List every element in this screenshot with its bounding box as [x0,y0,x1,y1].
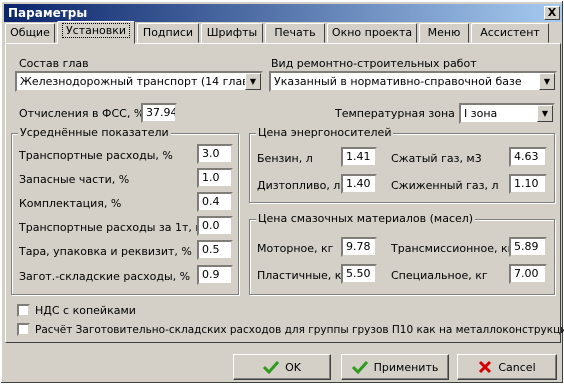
nds-checkbox[interactable] [17,304,30,317]
close-button[interactable]: X [544,6,560,20]
p10-label: Расчёт Заготовительно-складских расходов… [35,324,564,336]
apply-button[interactable]: Применить [341,354,449,380]
apply-label: Применить [373,360,439,374]
works-label: Вид ремонтно-строительных работ [271,57,477,70]
completion-label: Комплектация, % [19,197,122,210]
tab-project-window[interactable]: Окно проекта [327,23,417,43]
title-bar: Параметры X [4,4,562,22]
completion-input[interactable]: 0.4 [197,192,233,212]
cancel-label: Cancel [498,360,536,374]
fss-label: Отчисления в ФСС, % [19,107,145,120]
energy-title: Цена энергоносителей [256,126,394,139]
checkmark-icon [351,360,368,374]
benzin-input[interactable]: 1.41 [341,147,377,167]
works-select[interactable]: Указанный в нормативно-справочной базе ▼ [269,71,557,92]
packaging-input[interactable]: 0.5 [197,240,233,260]
lubricants-title: Цена смазочных материалов (масел) [256,212,476,225]
special-label: Специальное, кг [391,269,488,282]
lpg-label: Сжиженный газ, л [391,179,499,192]
transmission-label: Трансмиссионное, кг [391,242,514,255]
chapters-label: Состав глав [19,57,89,70]
benzin-label: Бензин, л [257,152,313,165]
temp-zone-select[interactable]: I зона ▼ [459,103,555,124]
tab-assistant[interactable]: Ассистент [471,23,549,43]
transmission-input[interactable]: 5.89 [509,237,547,257]
special-input[interactable]: 7.00 [509,264,547,284]
spare-parts-label: Запасные части, % [19,173,130,186]
tab-fonts[interactable]: Шрифты [201,23,263,43]
spare-parts-input[interactable]: 1.0 [197,168,233,188]
parameters-dialog: Параметры X Общие Установки Подписи Шриф… [0,0,564,384]
close-icon: X [547,6,557,19]
warehouse-input[interactable]: 0.9 [197,265,233,285]
tab-settings[interactable]: Установки [57,21,135,44]
p10-checkbox[interactable] [17,323,30,336]
chevron-down-icon[interactable]: ▼ [539,73,555,90]
chevron-down-icon[interactable]: ▼ [245,73,261,90]
temp-zone-label: Температурная зона [335,107,455,120]
cancel-x-icon [479,360,492,374]
transport-per-ton-label: Транспортные расходы за 1т, грн. [19,221,219,234]
nds-label: НДС с копейками [35,304,136,317]
tab-print[interactable]: Печать [265,23,325,43]
tab-captions[interactable]: Подписи [137,23,199,43]
cancel-button[interactable]: Cancel [457,354,557,380]
window-title: Параметры [8,6,88,20]
tab-general[interactable]: Общие [5,23,55,43]
transport-input[interactable]: 3.0 [197,144,233,164]
ok-label: OK [285,360,301,374]
averages-title: Усреднённые показатели [18,126,171,139]
warehouse-label: Загот.-складские расходы, % [19,270,191,283]
ok-button[interactable]: OK [233,354,331,380]
diesel-input[interactable]: 1.40 [341,174,377,194]
packaging-label: Тара, упаковка и реквизит, % [19,245,192,258]
chapters-value: Железнодорожный транспорт (14 глав) [20,75,253,88]
temp-zone-value: I зона [464,107,498,120]
works-value: Указанный в нормативно-справочной базе [274,75,522,88]
cng-label: Сжатый газ, м3 [391,152,482,165]
chapters-select[interactable]: Железнодорожный транспорт (14 глав) ▼ [15,71,263,92]
tab-menu[interactable]: Меню [419,23,469,43]
transport-per-ton-input[interactable]: 0.0 [197,216,233,236]
transport-label: Транспортные расходы, % [19,149,173,162]
chevron-down-icon[interactable]: ▼ [537,105,553,122]
checkmark-icon [263,360,280,374]
plastic-input[interactable]: 5.50 [341,264,377,284]
cng-input[interactable]: 4.63 [509,147,547,167]
plastic-label: Пластичные, кг [257,269,348,282]
motor-oil-label: Моторное, кг [257,242,334,255]
diesel-label: Дизтопливо, л [257,179,341,192]
lpg-input[interactable]: 1.10 [509,174,547,194]
fss-input[interactable]: 37.94 [141,103,177,123]
motor-oil-input[interactable]: 9.78 [341,237,377,257]
